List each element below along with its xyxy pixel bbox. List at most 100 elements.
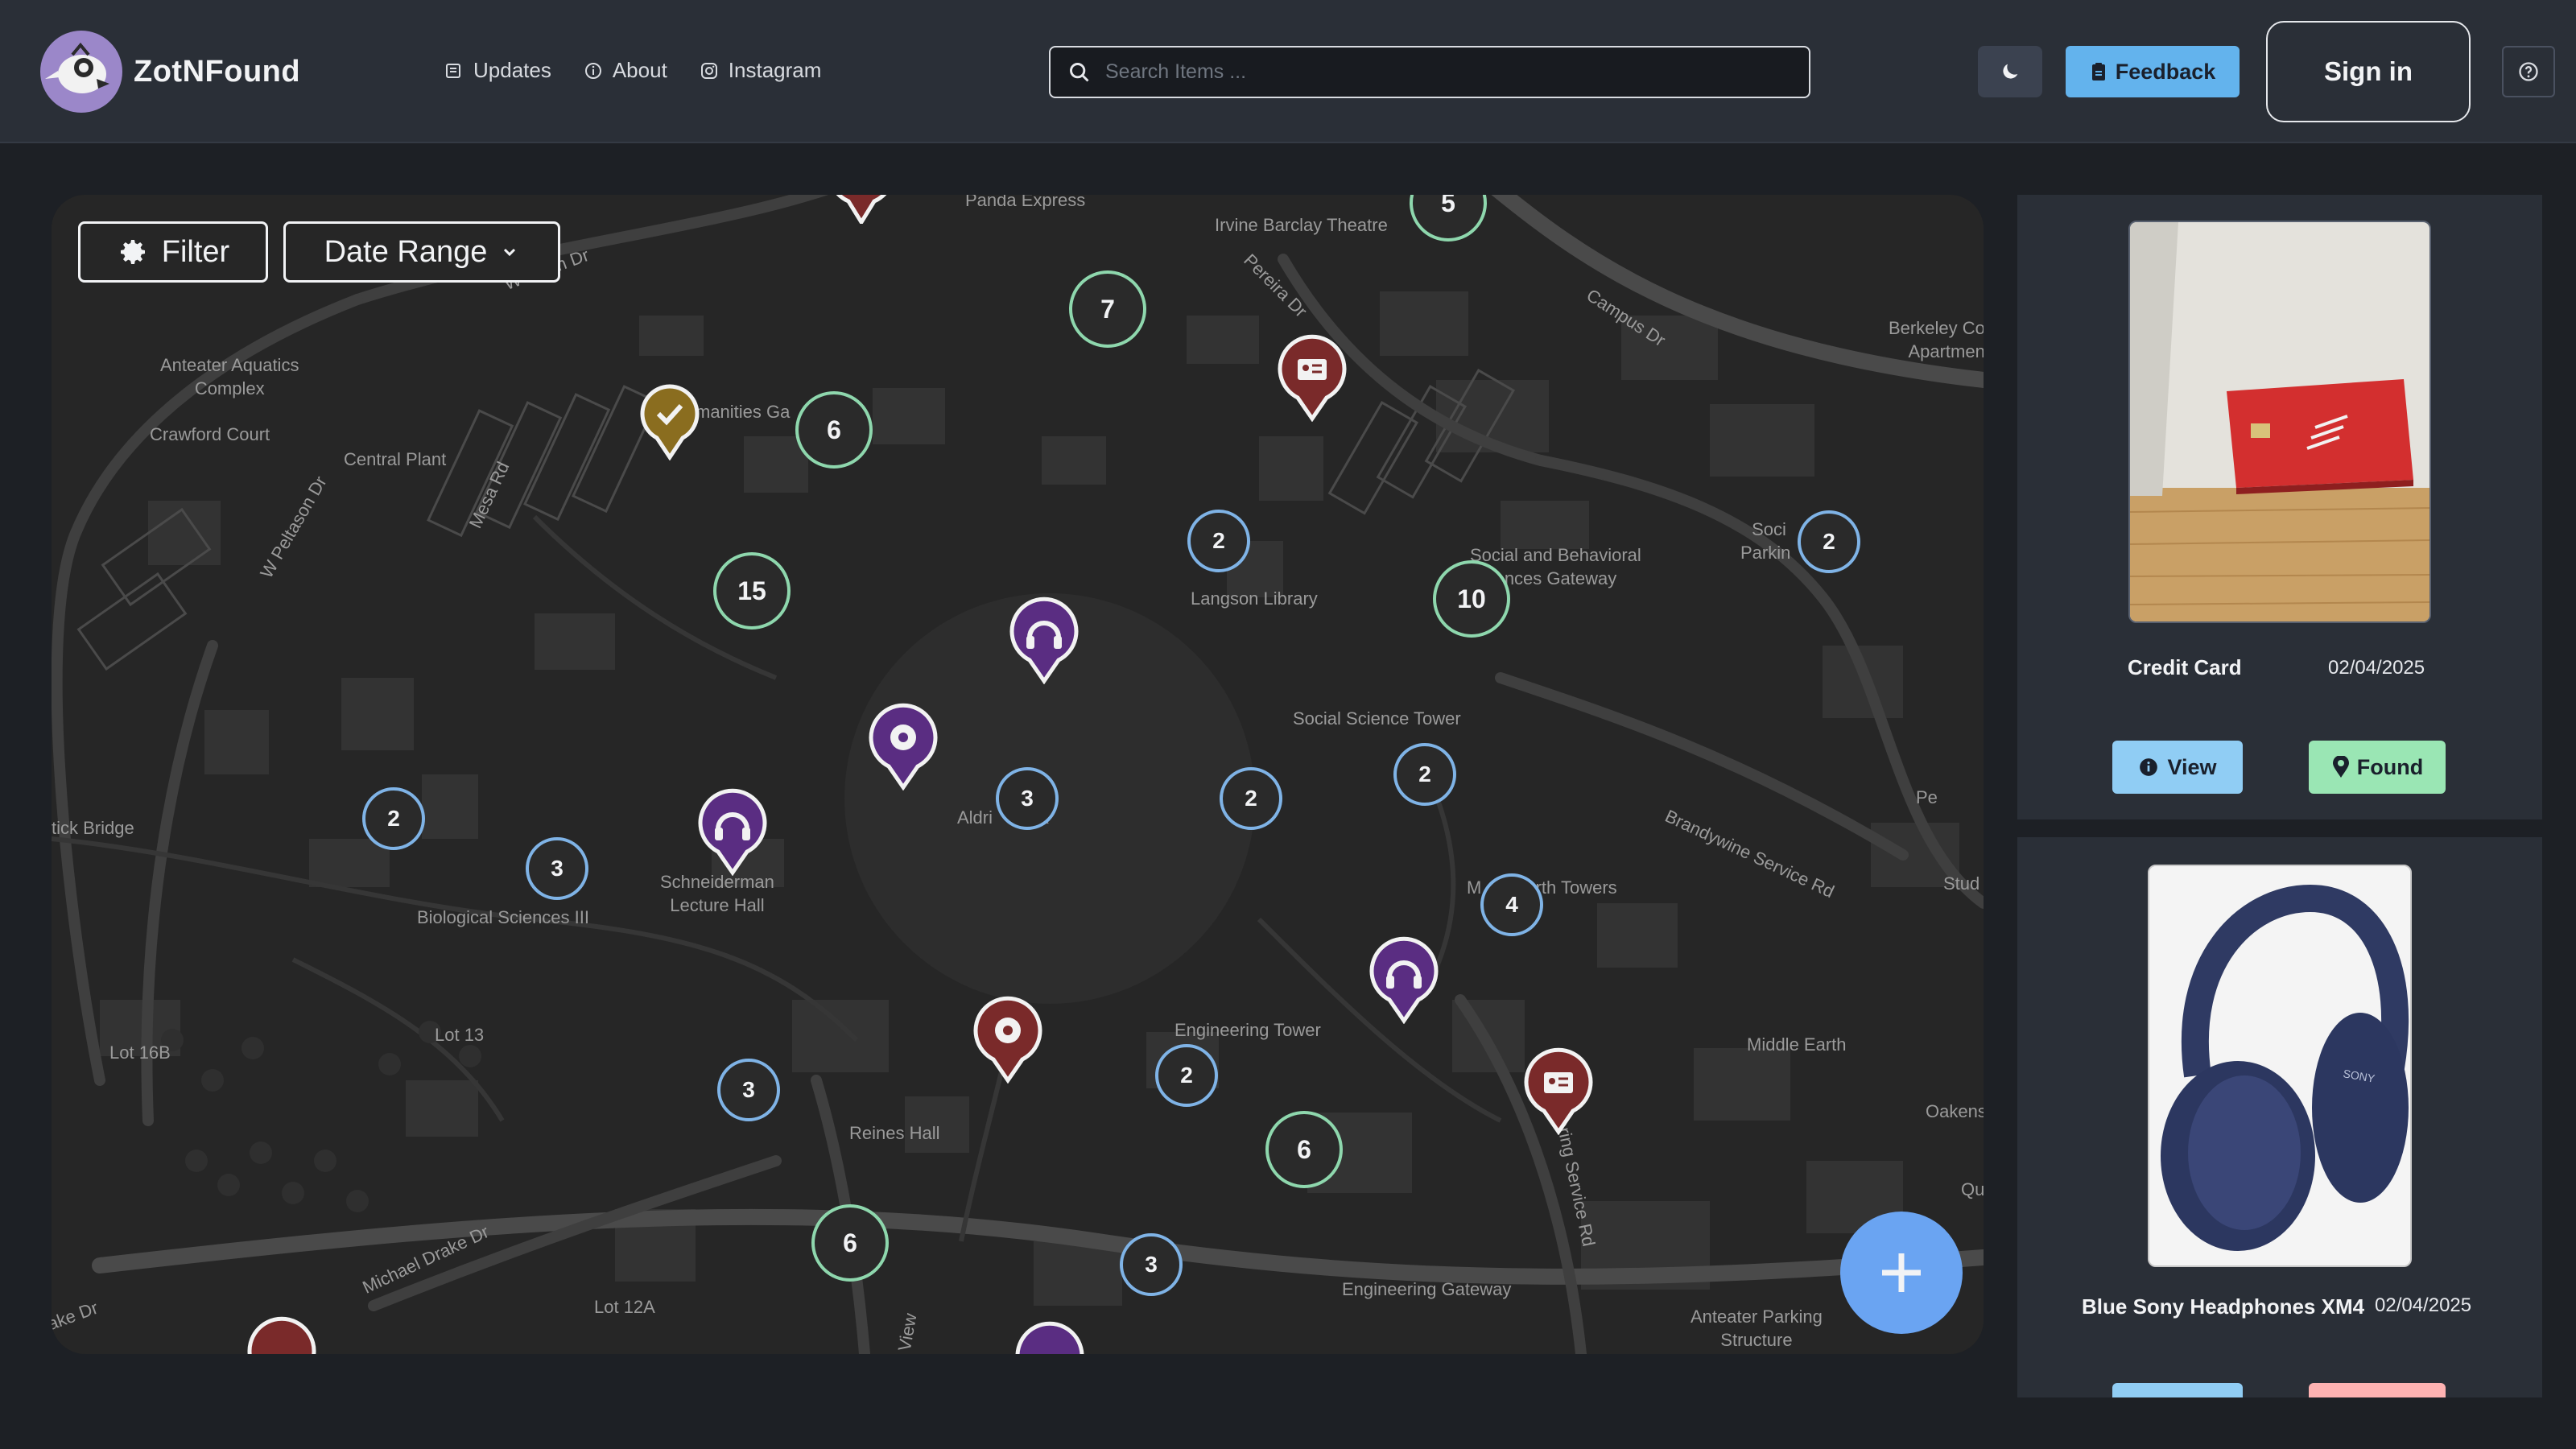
item-card[interactable]: Credit Card 02/04/2025 View Found: [2017, 195, 2542, 819]
map-cluster[interactable]: 4: [1480, 873, 1543, 936]
map-label-reines-hall: Reines Hall: [849, 1123, 940, 1143]
nav-about[interactable]: About: [584, 58, 667, 83]
item-image-credit-card[interactable]: [2128, 221, 2431, 623]
map-label-qu: Qu: [1961, 1179, 1984, 1199]
map-label-stud: Stud: [1943, 873, 1980, 894]
map-cluster[interactable]: 2: [1220, 767, 1282, 830]
map-pin-airpods[interactable]: [866, 702, 940, 791]
chevron-down-icon: [504, 248, 516, 257]
brand-name: ZotNFound: [134, 54, 301, 89]
info-icon: [2140, 758, 2158, 776]
nav-about-label: About: [612, 58, 667, 82]
map-label-central-plant: Central Plant: [344, 449, 447, 469]
feedback-label: Feedback: [2115, 59, 2216, 84]
location-pin-icon: [2332, 756, 2349, 778]
nav-updates-label: Updates: [473, 58, 551, 82]
sign-in-button[interactable]: Sign in: [2266, 21, 2471, 122]
map-cluster[interactable]: 15: [713, 552, 791, 630]
map-cluster[interactable]: 3: [526, 837, 588, 900]
map-label-social-science-tower: Social Science Tower: [1293, 708, 1461, 729]
map-cluster[interactable]: 3: [717, 1059, 780, 1121]
plus-icon: [1882, 1253, 1921, 1292]
question-icon: [2519, 62, 2538, 81]
map-label-middle-earth: Middle Earth: [1747, 1034, 1847, 1055]
map-label-barclay-theatre: Irvine Barclay Theatre: [1215, 215, 1388, 235]
date-range-label: Date Range: [324, 234, 488, 269]
found-status-label: Found: [2356, 754, 2424, 779]
item-title: Blue Sony Headphones XM4: [2082, 1294, 2365, 1319]
map-cluster[interactable]: 3: [1120, 1233, 1183, 1296]
search-input[interactable]: [1105, 60, 1765, 84]
info-icon: [584, 62, 601, 79]
map-cluster[interactable]: 2: [1155, 1044, 1218, 1107]
map-pin-headphones[interactable]: [696, 787, 770, 876]
dark-mode-toggle-button[interactable]: [1978, 46, 2042, 97]
item-image-headphones[interactable]: SONY: [2148, 865, 2412, 1267]
newspaper-icon: [446, 63, 460, 78]
map-pin-lost-airpods[interactable]: [971, 995, 1045, 1084]
search-bar: [1049, 46, 1810, 98]
map-label-aquatics-complex: Anteater Aquatics Complex: [160, 355, 299, 398]
map-label-oakens: Oakens: [1926, 1101, 1984, 1121]
map-label-lot-16b: Lot 16B: [109, 1042, 171, 1063]
map-label-anteater-parking: Anteater Parking Structure: [1690, 1307, 1823, 1350]
map-cluster[interactable]: 6: [811, 1204, 889, 1282]
item-list-panel[interactable]: Credit Card 02/04/2025 View Found SONY B…: [2017, 195, 2542, 1397]
map-pin-lost-item[interactable]: [824, 195, 898, 224]
view-item-button[interactable]: [2112, 1383, 2243, 1397]
filter-button[interactable]: Filter: [78, 221, 268, 283]
top-nav-bar: ZotNFound Updates About Instagram Feedba…: [0, 0, 2576, 143]
map-pin-headphones[interactable]: [1367, 935, 1441, 1024]
credit-card-photo: [2130, 222, 2429, 621]
anteater-logo-icon: [40, 31, 122, 113]
map-pin-found-item[interactable]: [638, 383, 702, 460]
lost-status-button[interactable]: [2309, 1383, 2446, 1397]
map-pin-id-card[interactable]: [1521, 1046, 1596, 1135]
add-item-button[interactable]: [1840, 1212, 1963, 1334]
brand-home-link[interactable]: ZotNFound: [40, 31, 300, 113]
map-cluster[interactable]: 3: [996, 767, 1059, 830]
nav-instagram[interactable]: Instagram: [700, 58, 822, 83]
help-button[interactable]: [2502, 46, 2555, 97]
moon-icon: [2003, 64, 2018, 79]
nav-updates[interactable]: Updates: [444, 58, 551, 83]
map-label-pe: Pe: [1916, 787, 1938, 807]
gear-icon: [120, 240, 145, 264]
map-pin-item[interactable]: [1013, 1320, 1087, 1354]
map-pin-headphones[interactable]: [1007, 596, 1081, 684]
feedback-button[interactable]: Feedback: [2066, 46, 2240, 97]
map-cluster[interactable]: 6: [1265, 1111, 1343, 1188]
map-cluster[interactable]: 2: [362, 787, 425, 850]
map-cluster[interactable]: 2: [1187, 510, 1250, 572]
map-label-berkeley-apartments: Berkeley Co Apartmen: [1889, 318, 1984, 361]
map-cluster[interactable]: 6: [795, 391, 873, 469]
map-pin-id-card[interactable]: [1275, 333, 1349, 422]
map-cluster[interactable]: 2: [1798, 510, 1860, 573]
map-label-crawford-court: Crawford Court: [150, 424, 270, 444]
item-date: 02/04/2025: [2328, 657, 2425, 679]
view-item-label: View: [2167, 754, 2217, 779]
item-card[interactable]: SONY Blue Sony Headphones XM4 02/04/2025: [2017, 837, 2542, 1397]
map-pin-lost-item[interactable]: [245, 1315, 319, 1354]
map-label-engineering-tower: Engineering Tower: [1174, 1020, 1321, 1040]
clipboard-icon: [2091, 63, 2105, 80]
map-label-lot-13: Lot 13: [435, 1025, 485, 1045]
map-cluster[interactable]: 7: [1069, 270, 1146, 348]
map-label-panda-express: Panda Express: [965, 195, 1086, 210]
campus-map[interactable]: Panda Express Irvine Barclay Theatre Ber…: [52, 195, 1984, 1354]
date-range-dropdown[interactable]: Date Range: [283, 221, 560, 283]
nav-instagram-label: Instagram: [728, 58, 822, 82]
map-cluster[interactable]: 10: [1433, 560, 1510, 638]
map-label-engineering-gateway: Engineering Gateway: [1342, 1279, 1512, 1299]
item-date: 02/04/2025: [2375, 1294, 2472, 1316]
map-label-humanities-gateway: manities Ga: [696, 402, 791, 422]
instagram-icon: [700, 62, 717, 79]
item-title: Credit Card: [2128, 655, 2242, 679]
found-status-button[interactable]: Found: [2309, 741, 2446, 794]
headphones-photo: SONY: [2149, 866, 2410, 1265]
map-label-langson-library: Langson Library: [1191, 588, 1318, 609]
map-cluster[interactable]: 2: [1393, 743, 1456, 806]
map-label-schneiderman-hall: Schneiderman Lecture Hall: [660, 872, 774, 915]
map-label-biological-sciences: Biological Sciences III: [417, 907, 589, 927]
view-item-button[interactable]: View: [2112, 741, 2243, 794]
